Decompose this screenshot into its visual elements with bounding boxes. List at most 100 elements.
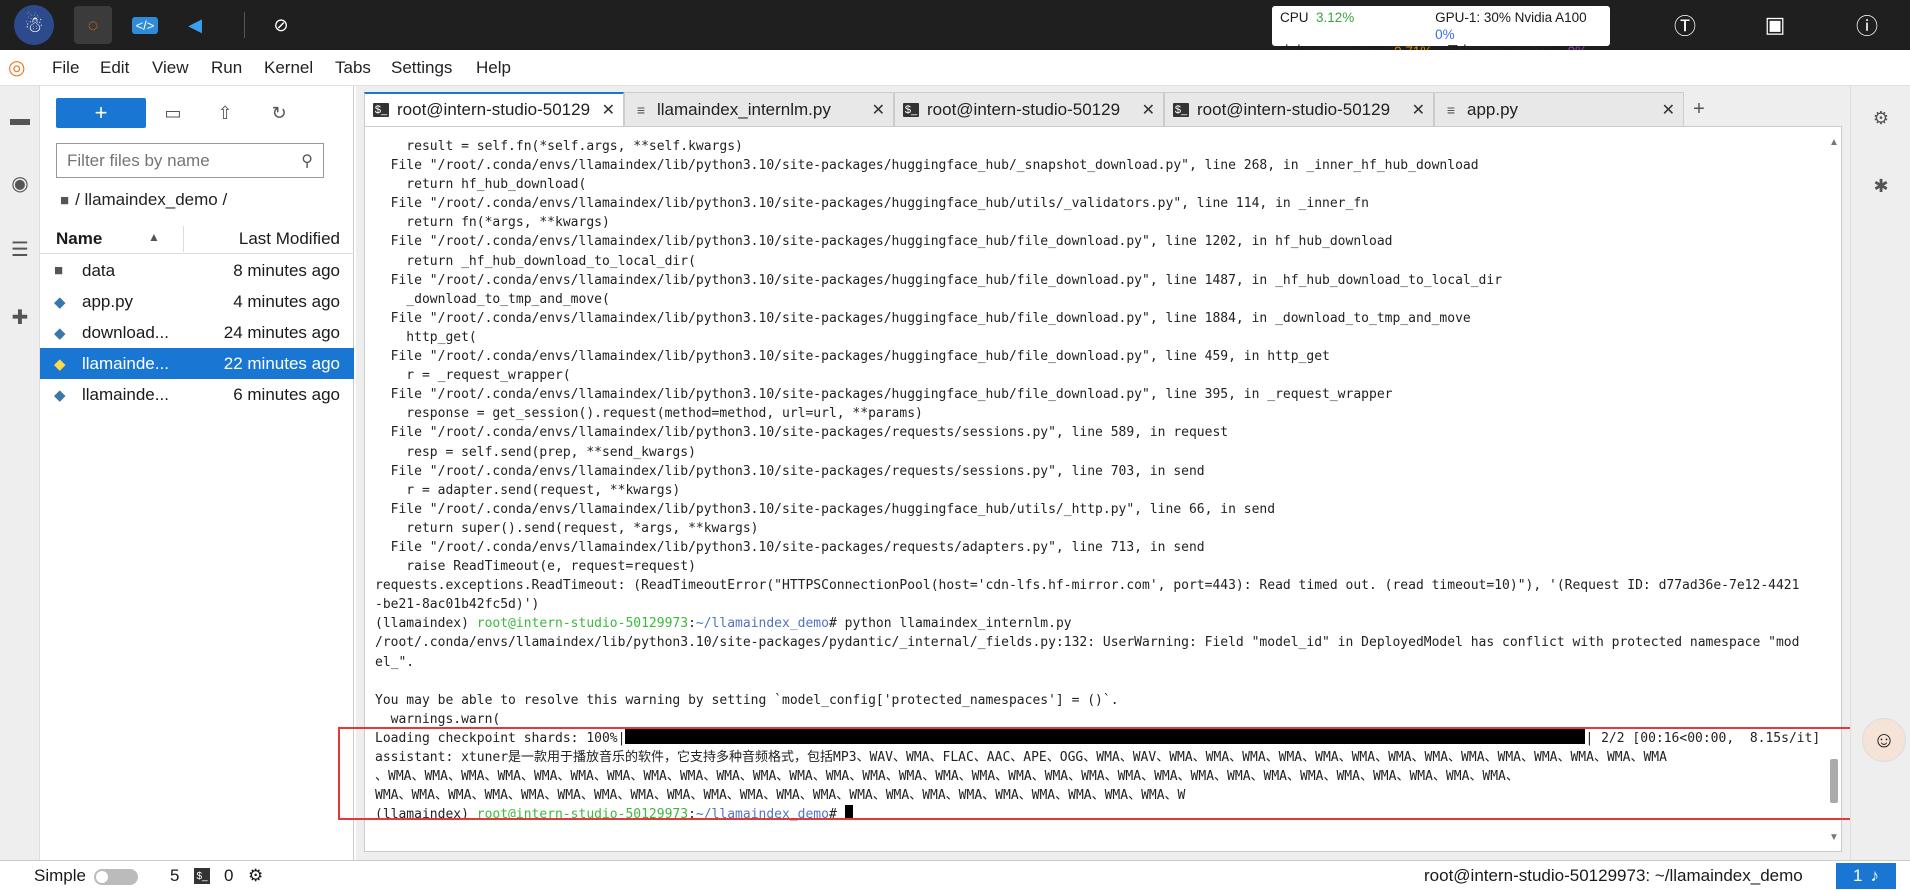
toc-icon[interactable]: ☰ (7, 236, 33, 262)
python-file-icon: ◆ (54, 386, 66, 404)
sort-asc-icon[interactable]: ▲ (148, 230, 160, 244)
close-icon[interactable]: ✕ (1142, 100, 1155, 120)
breadcrumb: ■ / llamaindex_demo / (60, 190, 227, 210)
scroll-up-icon[interactable]: ▲ (1829, 137, 1839, 148)
terminal-line: File "/root/.conda/envs/llamaindex/lib/p… (390, 158, 1479, 174)
new-launcher-button[interactable]: + (56, 98, 146, 128)
tab-file-llamaindex[interactable]: ≡ llamaindex_internlm.py ✕ (624, 92, 894, 126)
tensorflow-icon[interactable]: Ⓣ (1670, 10, 1700, 40)
divider (244, 12, 245, 38)
terminal-line: r = adapter.send(request, **kwargs) (406, 482, 681, 498)
terminal-line: return super().send(request, *args, **kw… (406, 520, 759, 536)
tab-terminal-2[interactable]: $_ root@intern-studio-50129 ✕ (894, 92, 1164, 126)
terminal-line: requests.exceptions.ReadTimeout: (ReadTi… (375, 578, 1800, 594)
file-row-selected[interactable]: ◆ llamainde... 22 minutes ago (40, 348, 354, 379)
terminal-line: response = get_session().request(method=… (406, 406, 923, 422)
new-folder-icon[interactable]: ▭ (160, 100, 186, 126)
mascot-logo-icon[interactable]: ☃ (14, 5, 54, 45)
code-editor-icon[interactable]: </> (126, 6, 164, 44)
terminal-line: el_". (375, 654, 415, 670)
file-name: llamainde... (82, 353, 169, 373)
gpu-label: GPU-1: 30% Nvidia A100 (1435, 10, 1587, 25)
tab-label: root@intern-studio-50129 (1197, 99, 1391, 119)
file-browser: + ▭ ⇧ ↻ ⚲ ■ / llamaindex_demo / Name ▲ L… (40, 86, 354, 860)
info-icon[interactable]: ⓘ (1852, 10, 1882, 40)
debugger-icon[interactable]: ✱ (1869, 174, 1893, 198)
menu-file[interactable]: File (52, 58, 79, 78)
tab-terminal-1[interactable]: $_ root@intern-studio-50129 ✕ (364, 92, 624, 126)
terminal-line: return fn(*args, **kwargs) (406, 215, 610, 231)
column-modified[interactable]: Last Modified (239, 229, 340, 249)
file-row[interactable]: ◆ llamainde... 6 minutes ago (40, 379, 354, 410)
terminal-line: File "/root/.conda/envs/llamaindex/lib/p… (390, 272, 1503, 288)
terminal-output[interactable]: result = self.fn(*self.args, **self.kwar… (375, 137, 1820, 824)
menu-settings[interactable]: Settings (391, 58, 452, 78)
extension-icon[interactable]: ✚ (7, 304, 33, 330)
add-tab-button[interactable]: + (1684, 92, 1714, 126)
terminal-line: You may be able to resolve this warning … (375, 692, 1119, 708)
gpu-pct: 0% (1435, 27, 1455, 42)
menu-edit[interactable]: Edit (100, 58, 129, 78)
bell-icon: ♪ (1870, 866, 1879, 885)
tab-file-app[interactable]: ≡ app.py ✕ (1434, 92, 1684, 126)
monitor-icon[interactable]: ▣ (1760, 10, 1790, 40)
prompt-env: (llamaindex) (375, 616, 477, 632)
vscode-icon[interactable]: ◀ (176, 6, 214, 44)
menu-view[interactable]: View (152, 58, 189, 78)
running-icon[interactable]: ◉ (7, 170, 33, 196)
tab-bar: $_ root@intern-studio-50129 ✕ ≡ llamaind… (364, 92, 1714, 126)
upload-icon[interactable]: ⇧ (212, 100, 238, 126)
menu-kernel[interactable]: Kernel (264, 58, 313, 78)
column-name[interactable]: Name (56, 229, 102, 249)
command: # python llamaindex_internlm.py (828, 616, 1072, 632)
resource-stats: CPU 3.12% GPU-1: 30% Nvidia A100 0% 内存 0… (1272, 6, 1610, 59)
terminal-path: root@intern-studio-50129973: ~/llamainde… (1424, 866, 1803, 885)
simple-mode-toggle[interactable] (94, 869, 138, 885)
breadcrumb-path[interactable]: / llamaindex_demo / (75, 190, 227, 210)
assistant-avatar[interactable]: ☺ (1862, 718, 1906, 762)
menu-help[interactable]: Help (476, 58, 511, 78)
file-row[interactable]: ◆ app.py 4 minutes ago (40, 286, 354, 317)
tab-label: app.py (1467, 99, 1519, 119)
file-row[interactable]: ◆ download... 24 minutes ago (40, 317, 354, 348)
terminal-icon: $_ (1173, 102, 1189, 117)
terminal-count[interactable]: 0 (224, 866, 233, 886)
notification-count: 1 (1853, 866, 1863, 885)
menu-tabs[interactable]: Tabs (335, 58, 371, 78)
terminal-line: File "/root/.conda/envs/llamaindex/lib/p… (390, 196, 1369, 212)
tab-label: root@intern-studio-50129 (397, 100, 591, 119)
file-modified: 22 minutes ago (223, 353, 340, 373)
close-icon[interactable]: ✕ (1412, 100, 1425, 120)
folder-icon[interactable]: ▬ (7, 106, 33, 132)
terminal-line: File "/root/.conda/envs/llamaindex/lib/p… (390, 387, 1393, 403)
file-row[interactable]: ■ data 8 minutes ago (40, 255, 354, 286)
jupyter-icon[interactable]: ◌ (74, 6, 112, 44)
tab-label: llamaindex_internlm.py (657, 99, 831, 119)
folder-icon[interactable]: ■ (60, 192, 69, 209)
filter-input[interactable] (67, 150, 287, 171)
close-icon[interactable]: ✕ (872, 100, 885, 120)
notification-badge[interactable]: 1 ♪ (1836, 863, 1896, 889)
terminal-line: File "/root/.conda/envs/llamaindex/lib/p… (390, 310, 1471, 326)
left-activity-bar: ▬ ◉ ☰ ✚ (0, 86, 40, 860)
terminal-icon[interactable]: $_ (194, 868, 210, 884)
kernel-count[interactable]: 5 (170, 866, 179, 886)
terminal-line: return hf_hub_download( (406, 177, 587, 193)
file-filter[interactable]: ⚲ (56, 143, 324, 178)
column-divider[interactable] (183, 226, 184, 252)
tab-terminal-3[interactable]: $_ root@intern-studio-50129 ✕ (1164, 92, 1434, 126)
property-inspector-icon[interactable]: ⚙ (1869, 106, 1893, 130)
scroll-down-icon[interactable]: ▼ (1829, 832, 1839, 843)
terminal-line: r = _request_wrapper( (406, 368, 571, 384)
file-name: download... (82, 322, 169, 342)
python-file-icon: ◆ (54, 355, 66, 373)
terminal-line: warnings.warn( (390, 711, 501, 727)
file-icon: ≡ (636, 101, 646, 118)
close-icon[interactable]: ✕ (1662, 100, 1675, 120)
compass-icon[interactable]: ⊘ (262, 6, 300, 44)
close-icon[interactable]: ✕ (602, 100, 615, 120)
menu-run[interactable]: Run (211, 58, 242, 78)
refresh-icon[interactable]: ↻ (266, 100, 292, 126)
settings-icon[interactable]: ⚙ (248, 866, 263, 886)
highlight-annotation-box (338, 727, 1853, 820)
